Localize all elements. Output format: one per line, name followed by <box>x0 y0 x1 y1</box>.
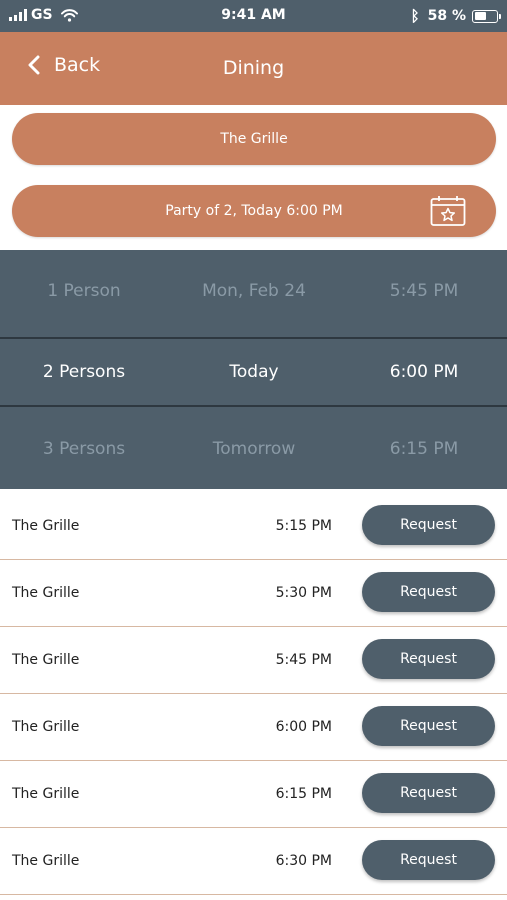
request-button[interactable]: Request <box>362 840 495 880</box>
picker-party-option[interactable]: 1 Person <box>14 258 154 324</box>
picker-row[interactable]: 3 Persons Tomorrow 6:15 PM <box>0 416 507 482</box>
battery-icon <box>472 9 501 23</box>
time-slot-row: The Grille 5:15 PM Request <box>0 493 507 560</box>
time-slot-row: The Grille 6:15 PM Request <box>0 761 507 828</box>
time-slot-row: The Grille 6:00 PM Request <box>0 694 507 761</box>
picker-party-option[interactable]: 3 Persons <box>14 416 154 482</box>
picker-party-selected[interactable]: 2 Persons <box>14 339 154 405</box>
slot-time: 5:45 PM <box>275 652 332 668</box>
slot-restaurant-name: The Grille <box>12 518 80 534</box>
carrier-label: GS <box>31 7 53 23</box>
status-bar: GS 9:41 AM ᛒ 58 % <box>0 0 507 32</box>
back-button[interactable]: Back <box>28 54 100 76</box>
calendar-star-icon <box>430 196 466 226</box>
picker-time-option[interactable]: 5:45 PM <box>354 258 494 324</box>
picker-row-selected[interactable]: 2 Persons Today 6:00 PM <box>0 337 507 407</box>
slot-time: 6:00 PM <box>275 719 332 735</box>
request-button[interactable]: Request <box>362 572 495 612</box>
picker-time-selected[interactable]: 6:00 PM <box>354 339 494 405</box>
slot-restaurant-name: The Grille <box>12 853 80 869</box>
signal-icon <box>9 9 27 21</box>
picker-day-option[interactable]: Mon, Feb 24 <box>174 258 334 324</box>
request-button[interactable]: Request <box>362 639 495 679</box>
picker-row[interactable]: 1 Person Mon, Feb 24 5:45 PM <box>0 258 507 324</box>
party-selector-button[interactable]: Party of 2, Today 6:00 PM <box>12 185 496 237</box>
wifi-icon <box>60 8 78 22</box>
request-button[interactable]: Request <box>362 773 495 813</box>
nav-header: Back Dining <box>0 32 507 105</box>
picker-day-option[interactable]: Tomorrow <box>174 416 334 482</box>
battery-fill <box>474 12 487 20</box>
slot-restaurant-name: The Grille <box>12 719 80 735</box>
slot-time: 5:15 PM <box>275 518 332 534</box>
battery-percent: 58 % <box>427 8 466 24</box>
back-label: Back <box>54 54 101 76</box>
party-date-time-picker[interactable]: 1 Person Mon, Feb 24 5:45 PM 2 Persons T… <box>0 250 507 489</box>
picker-time-option[interactable]: 6:15 PM <box>354 416 494 482</box>
slot-time: 5:30 PM <box>275 585 332 601</box>
slot-restaurant-name: The Grille <box>12 786 80 802</box>
request-button[interactable]: Request <box>362 505 495 545</box>
request-button[interactable]: Request <box>362 706 495 746</box>
time-slot-row: The Grille 5:30 PM Request <box>0 560 507 627</box>
time-slot-row: The Grille 5:45 PM Request <box>0 627 507 694</box>
slot-time: 6:15 PM <box>275 786 332 802</box>
bluetooth-icon: ᛒ <box>410 7 420 25</box>
slot-restaurant-name: The Grille <box>12 652 80 668</box>
restaurant-selector-button[interactable]: The Grille <box>12 113 496 165</box>
picker-day-selected[interactable]: Today <box>174 339 334 405</box>
slot-restaurant-name: The Grille <box>12 585 80 601</box>
party-selector-label: Party of 2, Today 6:00 PM <box>165 203 343 219</box>
chevron-left-icon <box>28 55 40 75</box>
restaurant-selector-label: The Grille <box>220 131 288 147</box>
slot-time: 6:30 PM <box>275 853 332 869</box>
time-slot-row: The Grille 6:30 PM Request <box>0 828 507 895</box>
